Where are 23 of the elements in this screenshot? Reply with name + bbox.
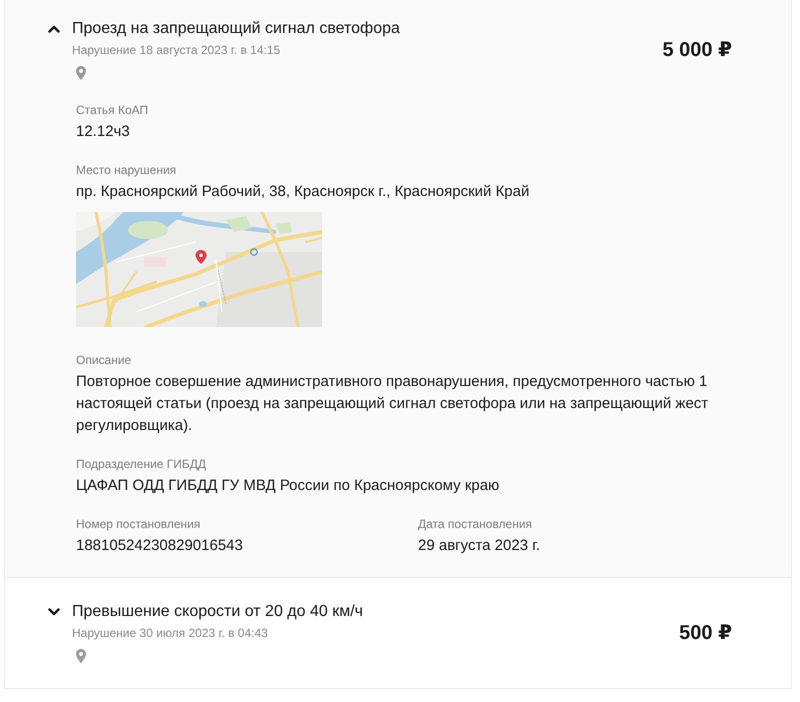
fine-amount: 500 ₽ xyxy=(679,620,732,644)
field-label: Место нарушения xyxy=(76,162,178,178)
violation-title: Проезд на запрещающий сигнал светофора xyxy=(72,19,400,39)
violation-date: Нарушение 30 июля 2023 г. в 04:43 xyxy=(72,625,268,641)
field-value: 29 августа 2023 г. xyxy=(418,536,542,556)
field-value: пр. Красноярский Рабочий, 38, Красноярск г., Красноярский Край xyxy=(76,182,530,202)
field-label: Статья КоАП xyxy=(76,102,150,118)
map-marker-icon xyxy=(196,250,206,264)
field-value: 18810524230829016543 xyxy=(76,536,244,556)
field-label: Номер постановления xyxy=(76,516,202,532)
field-value: Повторное совершение административного правонарушения, предусмотренного частью 1 настоящей статьи (проезд на запрещающий сигнал светофора или на запрещающий жест регулировщика). xyxy=(76,372,710,436)
fine-amount: 5 000 ₽ xyxy=(662,38,732,62)
violation-date: Нарушение 18 августа 2023 г. в 14:15 xyxy=(72,42,280,58)
chevron-down-icon[interactable] xyxy=(48,608,60,616)
field-label: Описание xyxy=(76,352,132,368)
violation-title: Превышение скорости от 20 до 40 км/ч xyxy=(72,602,363,622)
location-pin-icon xyxy=(76,649,86,663)
field-value: ЦАФАП ОДД ГИБДД ГУ МВД России по Красноярскому краю xyxy=(76,476,500,496)
location-pin-icon xyxy=(76,66,86,80)
field-label: Подразделение ГИБДД xyxy=(76,456,208,472)
field-value: 12.12ч3 xyxy=(76,122,131,142)
chevron-up-icon[interactable] xyxy=(48,25,60,33)
field-label: Дата постановления xyxy=(418,516,534,532)
